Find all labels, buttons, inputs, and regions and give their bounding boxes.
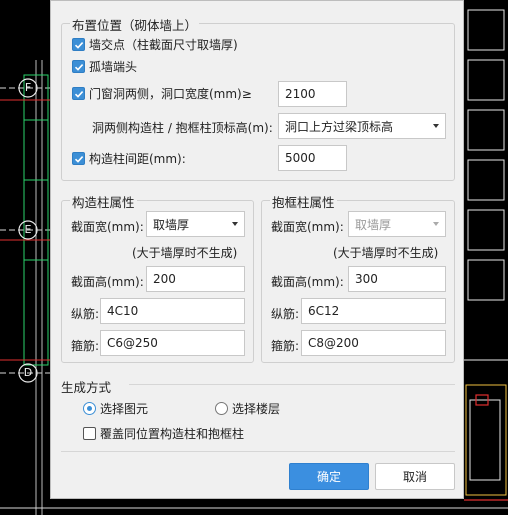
side-top-elev-value: 洞口上方过梁顶标高 [285,119,394,134]
frame-column-title: 抱框柱属性 [270,192,337,211]
opening-width-input[interactable]: 2100 [278,81,347,107]
spacing-label: 构造柱间距(mm): [89,152,186,166]
layout-position-title: 布置位置（砌体墙上） [70,15,200,34]
cancel-button[interactable]: 取消 [375,463,455,490]
radio-select-floor[interactable] [215,402,228,415]
wall-intersection-checkbox[interactable] [72,38,85,51]
fc-long-bar-label: 纵筋: [271,307,300,321]
layout-position-group: 布置位置（砌体墙上） 墙交点（柱截面尺寸取墙厚) 孤墙端头 门窗洞两侧，洞口宽度… [61,15,455,181]
isolated-wall-end-label: 孤墙端头 [89,60,138,74]
fc-height-input[interactable]: 300 [348,266,446,292]
cc-width-value: 取墙厚 [153,217,190,232]
cc-height-input[interactable]: 200 [146,266,245,292]
overwrite-checkbox[interactable] [83,427,96,440]
radio-select-element-label: 选择图元 [100,402,149,416]
fc-stirrup-label: 箍筋: [271,339,300,353]
radio-select-floor-row[interactable]: 选择楼层 [215,400,280,417]
cc-width-label: 截面宽(mm): [71,220,144,234]
column-settings-dialog: 布置位置（砌体墙上） 墙交点（柱截面尺寸取墙厚) 孤墙端头 门窗洞两侧，洞口宽度… [50,0,464,499]
door-window-sides-label: 门窗洞两侧，洞口宽度(mm)≥ [89,87,252,101]
axis-label-d: D [23,366,33,379]
door-window-sides-checkbox[interactable] [72,87,85,100]
generation-separator [129,384,455,385]
fc-note: (大于墙厚时不生成) [333,246,439,260]
cc-long-bar-label: 纵筋: [71,307,100,321]
door-window-sides-checkbox-row[interactable]: 门窗洞两侧，洞口宽度(mm)≥ [72,85,252,102]
side-top-elev-select[interactable]: 洞口上方过梁顶标高 [278,113,446,139]
frame-column-group: 抱框柱属性 截面宽(mm): 取墙厚 (大于墙厚时不生成) 截面高(mm): 3… [261,192,455,363]
fc-stirrup-input[interactable]: C8@200 [301,330,446,356]
overwrite-checkbox-row[interactable]: 覆盖同位置构造柱和抱框柱 [83,425,244,442]
fc-width-label: 截面宽(mm): [271,220,344,234]
radio-select-floor-label: 选择楼层 [232,402,281,416]
side-top-elev-label: 洞两侧构造柱 / 抱框柱顶标高(m): [92,121,273,135]
cc-height-label: 截面高(mm): [71,275,144,289]
cc-long-bar-input[interactable]: 4C10 [100,298,245,324]
fc-width-select[interactable]: 取墙厚 [348,211,446,237]
constructional-column-group: 构造柱属性 截面宽(mm): 取墙厚 (大于墙厚时不生成) 截面高(mm): 2… [61,192,254,363]
footer-separator [61,451,455,452]
axis-label-f: F [24,81,32,94]
chevron-down-icon [232,222,238,226]
overwrite-label: 覆盖同位置构造柱和抱框柱 [100,427,245,441]
chevron-down-icon [433,124,439,128]
wall-intersection-checkbox-row[interactable]: 墙交点（柱截面尺寸取墙厚) [72,36,238,53]
constructional-column-title: 构造柱属性 [70,192,137,211]
ok-button[interactable]: 确定 [289,463,369,490]
spacing-input[interactable]: 5000 [278,145,347,171]
cc-width-select[interactable]: 取墙厚 [146,211,245,237]
radio-select-element[interactable] [83,402,96,415]
isolated-wall-end-checkbox-row[interactable]: 孤墙端头 [72,58,137,75]
fc-width-value: 取墙厚 [355,217,392,232]
wall-intersection-label: 墙交点（柱截面尺寸取墙厚) [89,38,238,52]
cc-stirrup-input[interactable]: C6@250 [100,330,245,356]
fc-height-label: 截面高(mm): [271,275,344,289]
cc-stirrup-label: 箍筋: [71,339,100,353]
chevron-down-icon [433,222,439,226]
cc-note: (大于墙厚时不生成) [132,246,238,260]
spacing-checkbox-row[interactable]: 构造柱间距(mm): [72,150,186,167]
generation-title: 生成方式 [61,380,112,395]
fc-long-bar-input[interactable]: 6C12 [301,298,446,324]
isolated-wall-end-checkbox[interactable] [72,60,85,73]
side-top-elev-row: 洞两侧构造柱 / 抱框柱顶标高(m): [92,119,273,136]
radio-select-element-row[interactable]: 选择图元 [83,400,148,417]
axis-label-e: E [24,223,32,236]
spacing-checkbox[interactable] [72,152,85,165]
